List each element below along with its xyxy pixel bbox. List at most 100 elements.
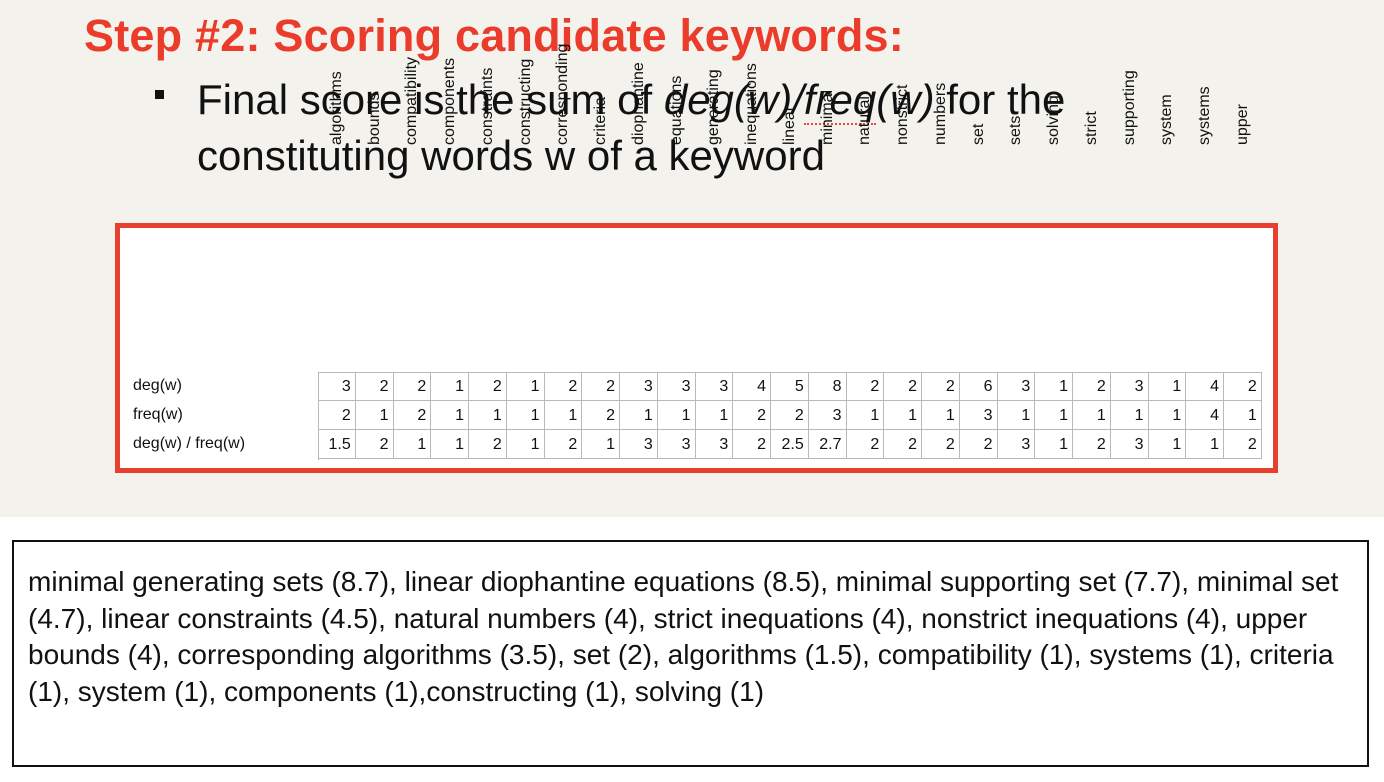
table-cell: 1 — [1148, 401, 1187, 430]
column-header-label: diophantine — [629, 62, 647, 145]
table-cell: 2 — [1073, 430, 1111, 459]
column-header-label: criteria — [592, 96, 610, 145]
table-cell: 3 — [657, 372, 696, 401]
column-header-label: system — [1158, 94, 1176, 145]
table-cell: 2 — [393, 401, 432, 430]
table-cell: 3 — [657, 430, 696, 459]
column-header-label: nonstrict — [894, 84, 912, 145]
column-header-label: inequations — [743, 63, 761, 145]
table-cell: 2 — [544, 430, 583, 459]
table-cell: 3 — [1110, 430, 1149, 459]
column-header-label: strict — [1082, 111, 1100, 145]
table-cell: 1 — [846, 401, 885, 430]
table-cell: 1 — [1186, 430, 1224, 459]
table-cell: 2 — [771, 401, 809, 430]
column-header-label: set — [969, 123, 987, 145]
table-cell: 1 — [1110, 401, 1149, 430]
table-cell: 1 — [1035, 430, 1073, 459]
table-cell: 3 — [959, 401, 998, 430]
table-cell: 1 — [506, 430, 545, 459]
column-header-label: corresponding — [554, 43, 572, 145]
table-cell: 1 — [620, 401, 658, 430]
column-header-label: systems — [1196, 86, 1214, 145]
table-cell: 1 — [1148, 372, 1187, 401]
table-cell: 2.5 — [771, 430, 809, 459]
table-cell: 2 — [393, 372, 432, 401]
row-label: freq(w) — [133, 406, 183, 423]
slide-title: Step #2: Scoring candidate keywords: — [84, 10, 904, 61]
table-cell: 2 — [1073, 372, 1111, 401]
column-header-label: numbers — [931, 82, 949, 145]
table-cell: 1 — [506, 372, 545, 401]
row-label: deg(w) / freq(w) — [133, 435, 246, 452]
table-cell: 3 — [997, 372, 1036, 401]
column-header-label: sets — [1007, 115, 1025, 145]
table-cell: 1 — [1224, 401, 1262, 430]
slide-top-area: Step #2: Scoring candidate keywords: Fin… — [0, 0, 1384, 517]
column-header-label: constraints — [478, 67, 496, 145]
column-header-label: solving — [1045, 95, 1063, 145]
column-header-label: linear — [780, 105, 798, 145]
table-cell: 2 — [733, 430, 771, 459]
column-header-label: generating — [705, 69, 723, 145]
table-cell: 2 — [959, 430, 998, 459]
table-cell: 2 — [922, 430, 960, 459]
table-cell: 3 — [695, 430, 734, 459]
table-cell: 5 — [771, 372, 809, 401]
column-header-label: supporting — [1120, 70, 1138, 145]
table-cell: 3 — [620, 372, 658, 401]
table-cell: 1 — [997, 401, 1036, 430]
column-header-label: compatibility — [403, 56, 421, 145]
table-cell: 8 — [808, 372, 847, 401]
row-label: deg(w) — [133, 377, 182, 394]
table-cell: 1 — [1035, 372, 1073, 401]
column-header-label: upper — [1233, 104, 1251, 145]
table-cell: 1 — [1148, 430, 1187, 459]
table-cell: 2 — [884, 372, 922, 401]
table-cell: 1 — [1073, 401, 1111, 430]
table-cell: 2 — [1224, 372, 1262, 401]
table-cell: 1 — [657, 401, 696, 430]
table-cell: 3 — [695, 372, 734, 401]
table-cell: 2 — [846, 430, 885, 459]
table-cell: 2 — [1224, 430, 1262, 459]
table-cell: 3 — [620, 430, 658, 459]
table-cell: 2 — [884, 430, 922, 459]
table-cell: 2 — [544, 372, 583, 401]
column-header-label: natural — [856, 96, 874, 145]
table-cell: 2 — [582, 401, 620, 430]
table-cell: 2 — [846, 372, 885, 401]
table-cell: 1 — [695, 401, 734, 430]
table-cell: 1 — [431, 372, 469, 401]
table-cell: 2 — [355, 372, 394, 401]
table-cell: 2.7 — [808, 430, 847, 459]
square-bullet-icon — [155, 90, 164, 99]
table-cell: 2 — [582, 372, 620, 401]
table-cell: 4 — [733, 372, 771, 401]
table-cell: 1 — [922, 401, 960, 430]
column-header-label: minimal — [818, 89, 836, 145]
table-cell: 1 — [355, 401, 394, 430]
table-cell: 2 — [922, 372, 960, 401]
table-cell: 2 — [318, 401, 356, 430]
result-box: minimal generating sets (8.7), linear di… — [12, 540, 1369, 767]
table-cell: 3 — [1110, 372, 1149, 401]
table-cell: 3 — [997, 430, 1036, 459]
column-header-label: equations — [667, 75, 685, 145]
table-cell: 1 — [884, 401, 922, 430]
table-cell: 4 — [1186, 372, 1224, 401]
table-cell: 3 — [318, 372, 356, 401]
result-text: minimal generating sets (8.7), linear di… — [28, 566, 1339, 707]
table-cell: 2 — [469, 372, 507, 401]
table-cell: 2 — [733, 401, 771, 430]
table-cell: 2 — [469, 430, 507, 459]
table-cell: 1 — [582, 430, 620, 459]
table-cell: 2 — [355, 430, 394, 459]
table-cell: 3 — [808, 401, 847, 430]
table-cell: 1 — [469, 401, 507, 430]
table-cell: 4 — [1186, 401, 1224, 430]
table-cell: 6 — [959, 372, 998, 401]
table-cell: 1.5 — [318, 430, 356, 459]
table-cell: 1 — [431, 401, 469, 430]
table-cell: 1 — [431, 430, 469, 459]
